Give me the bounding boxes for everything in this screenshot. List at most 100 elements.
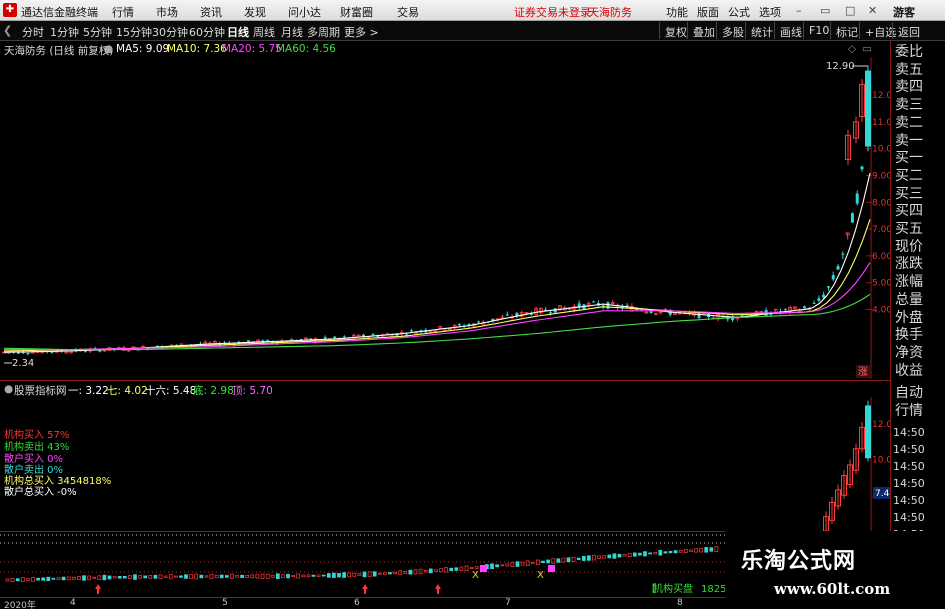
candle-down [802,306,806,309]
sub-value-qi: 七: 4.02 [107,385,148,397]
mini-candle [377,572,382,575]
restore-icon[interactable]: ▭ [820,4,830,17]
mini-candle [668,550,673,554]
sub-value-yi: 一: 3.22 [68,385,109,397]
mini-candle [214,574,219,579]
candle-down [505,314,509,316]
login-notice[interactable]: 证券交易未登录 [514,4,591,20]
period-more[interactable]: 更多 > [344,24,379,40]
mini-candle [709,547,714,552]
price-tick: 5.00 [872,279,890,289]
window-icon[interactable]: ▭ [862,43,872,55]
period-fenshi[interactable]: 分时 [22,24,44,40]
mini-candle [15,578,20,582]
menu-jiaoyi[interactable]: 交易 [397,4,419,20]
mini-candle [714,546,719,552]
mini-candle [459,566,464,571]
diamond-icon[interactable]: ◇ [848,43,856,55]
period-60min[interactable]: 60分钟 [189,24,225,40]
mini-candle [347,572,352,578]
mini-candle [408,569,413,575]
mini-candle [77,576,81,580]
main-candlestick-chart[interactable]: 12.90 2.34 涨 [0,57,890,379]
ind-retail-total: 散户总买入 -0% [4,487,77,498]
mini-candle [683,549,688,553]
guest-user[interactable]: 游客 [893,4,915,20]
indicator-chart[interactable]: 7.42 [0,397,890,531]
mini-candle [275,573,280,580]
mini-candle [291,575,295,577]
buy-arrow-icon [95,584,101,594]
mini-candle [694,548,698,553]
mini-candle [194,573,199,580]
period-daily[interactable]: 日线 [227,24,249,40]
candle-down [26,353,30,355]
menu-hangqing[interactable]: 行情 [112,4,134,20]
quote-label: 买四 [895,203,923,220]
maximize-icon[interactable]: □ [845,4,855,17]
menu-wenxiaoda[interactable]: 问小达 [288,4,321,20]
mini-candle [41,577,46,581]
main-chart-header: 天海防务 (日线 前复权) ● MA5: 9.09 MA10: 7.36 MA2… [0,41,890,57]
btn-back[interactable]: 返回 [892,22,925,39]
menu-gongshi[interactable]: 公式 [728,4,750,20]
mini-candle [250,574,255,579]
mini-candle [46,576,51,581]
period-5min[interactable]: 5分钟 [83,24,112,40]
mini-candle [510,562,515,567]
candle-down [826,286,830,288]
quote-tab[interactable]: 自动 [895,386,923,400]
mini-candle [301,574,306,578]
mini-candle [566,557,571,563]
mini-candle [627,552,632,557]
minimize-icon[interactable]: – [796,4,802,17]
quote-label: 买五 [895,221,923,237]
period-multi[interactable]: 多周期 [307,24,340,40]
candle-down [323,337,327,339]
menu-faxian[interactable]: 发现 [244,4,266,20]
candle-down [50,351,54,353]
period-weekly[interactable]: 周线 [253,24,275,40]
period-1min[interactable]: 1分钟 [50,24,79,40]
candle-down [822,294,826,298]
period-monthly[interactable]: 月线 [281,24,303,40]
mini-candle [505,563,510,567]
mini-candle [337,573,341,578]
menu-banmian[interactable]: 版面 [697,4,719,20]
ma-line-ma20 [4,262,871,351]
candle-down [592,301,596,303]
period-15min[interactable]: 15分钟 [116,24,152,40]
mini-candle [296,573,301,579]
menu-gongneng[interactable]: 功能 [666,4,688,20]
mini-candle [464,565,469,571]
inst-buy-value: 1825 [701,584,725,595]
candle-down [333,336,337,339]
mini-candle [281,574,285,578]
period-30min[interactable]: 30分钟 [152,24,188,40]
mini-candle [571,556,576,562]
quote-label: 净资 [895,344,923,361]
mini-candle [393,571,397,575]
mini-candle [423,570,428,573]
mini-candle [490,563,494,569]
settings-dot-icon[interactable]: ● [104,43,113,55]
price-tick: 8.00 [872,198,890,208]
quote-label: 外盘 [895,309,923,326]
quote-panel: 委比 卖五 卖四 卖三 卖二 卖一 买一 买二 买三 买四 买五 现价 涨跌 涨幅 总量 外盘 换手 净资 收益 自动… [890,41,945,609]
menu-xuanxiang[interactable]: 选项 [759,4,781,20]
mini-candle [138,575,142,579]
mini-candle [592,554,596,561]
menu-zixun[interactable]: 资讯 [200,4,222,20]
toolbar-back-icon[interactable]: ❮ [3,24,12,37]
sub-settings-dot-icon[interactable]: ● [4,383,13,395]
quote-tab[interactable]: 行情 [895,404,923,418]
signal-panel[interactable]: XX 【 机构买盘 1825 [0,532,725,597]
mini-candle [449,567,454,572]
mini-candle [31,577,35,582]
menu-caifuquan[interactable]: 财富圈 [340,4,373,20]
candle-down [860,166,864,170]
close-icon[interactable]: ✕ [868,4,877,17]
menu-shichang[interactable]: 市场 [156,4,178,20]
mini-candle [530,561,535,564]
mini-candle [112,576,117,579]
